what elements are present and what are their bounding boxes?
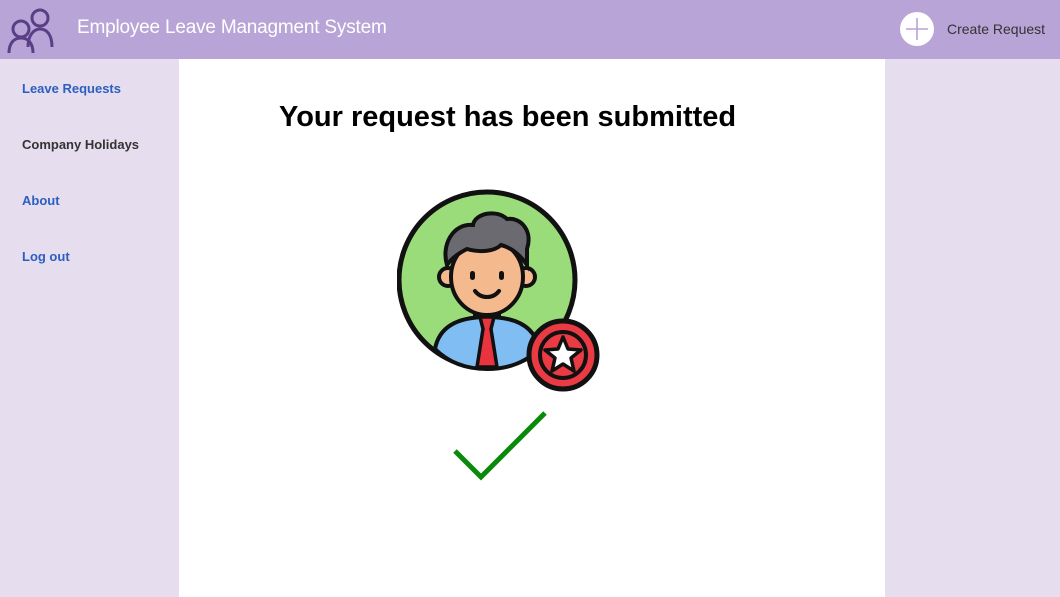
- create-request-button[interactable]: Create Request: [900, 12, 1045, 46]
- main-content: Your request has been submitted: [179, 59, 885, 597]
- sidebar-item-leave-requests[interactable]: Leave Requests: [22, 81, 121, 96]
- plus-icon[interactable]: [900, 12, 934, 46]
- top-bar: Employee Leave Managment System Create R…: [0, 0, 1060, 59]
- sidebar: Leave Requests Company Holidays About Lo…: [0, 59, 179, 597]
- create-request-label[interactable]: Create Request: [947, 21, 1045, 37]
- sidebar-item-company-holidays[interactable]: Company Holidays: [22, 137, 139, 152]
- sidebar-item-log-out[interactable]: Log out: [22, 249, 70, 264]
- page-title: Your request has been submitted: [279, 101, 737, 133]
- users-icon: [7, 8, 54, 54]
- app-title: Employee Leave Managment System: [77, 17, 387, 38]
- right-panel: [885, 59, 1060, 597]
- sidebar-item-about[interactable]: About: [22, 193, 60, 208]
- checkmark-icon: [453, 411, 547, 481]
- employee-star-icon: [397, 189, 600, 392]
